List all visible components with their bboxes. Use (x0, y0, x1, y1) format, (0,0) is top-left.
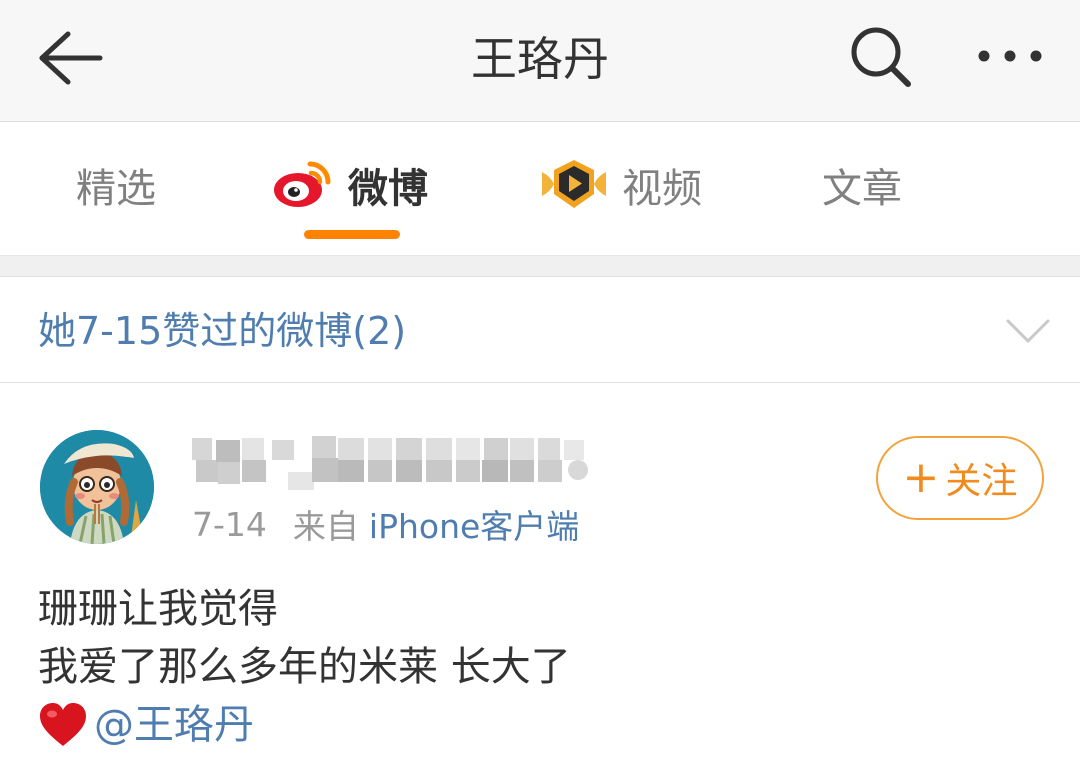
follow-label: 关注 (945, 461, 1018, 502)
more-button[interactable] (970, 38, 1050, 74)
plus-icon: + (902, 452, 940, 503)
more-dots-icon (978, 50, 1042, 62)
active-tab-indicator (304, 230, 400, 239)
page-title: 王珞丹 (471, 32, 609, 86)
expand-button[interactable] (1004, 307, 1052, 355)
tab-label: 精选 (76, 166, 156, 212)
username-blurred[interactable] (192, 432, 602, 492)
follow-button[interactable]: + 关注 (876, 436, 1044, 520)
back-button[interactable] (34, 26, 106, 90)
search-icon (851, 27, 911, 87)
post-card: 7-14 来自 iPhone客户端 + 关注 珊珊让我觉得 我爱了那么多年的米莱… (0, 384, 1080, 760)
back-arrow-icon (39, 31, 103, 85)
user-mention-link[interactable]: @王珞丹 (94, 696, 254, 754)
section-divider (0, 255, 1080, 277)
post-meta: 7-14 来自 iPhone客户端 (192, 500, 579, 548)
search-button[interactable] (848, 24, 914, 90)
chevron-down-icon (1006, 319, 1050, 343)
profile-tabs: 精选 微博 视频 文章 (0, 123, 1080, 255)
tab-articles[interactable]: 文章 (822, 123, 902, 255)
heart-icon (38, 702, 88, 748)
weibo-logo-icon (272, 158, 334, 220)
post-content: 珊珊让我觉得 我爱了那么多年的米莱 长大了 @王珞丹 (38, 580, 1048, 754)
post-date: 7-14 (192, 504, 267, 544)
tab-label: 视频 (622, 166, 702, 212)
tab-label: 文章 (822, 166, 902, 212)
post-source[interactable]: iPhone客户端 (369, 500, 579, 548)
source-prefix: 来自 (292, 507, 359, 546)
tab-featured[interactable]: 精选 (76, 123, 156, 255)
liked-posts-label: 她7-15赞过的微博(2) (38, 309, 407, 353)
post-text-line: 我爱了那么多年的米莱 长大了 (38, 644, 571, 690)
tab-label: 微博 (348, 166, 428, 212)
tab-video[interactable]: 视频 (540, 123, 702, 255)
top-nav-bar: 王珞丹 (0, 0, 1080, 122)
liked-posts-header[interactable]: 她7-15赞过的微博(2) (0, 277, 1080, 383)
post-text-line: 珊珊让我觉得 (38, 586, 278, 632)
video-badge-icon (540, 158, 608, 220)
avatar[interactable] (40, 430, 154, 544)
post-mention-line: @王珞丹 (38, 696, 1048, 754)
